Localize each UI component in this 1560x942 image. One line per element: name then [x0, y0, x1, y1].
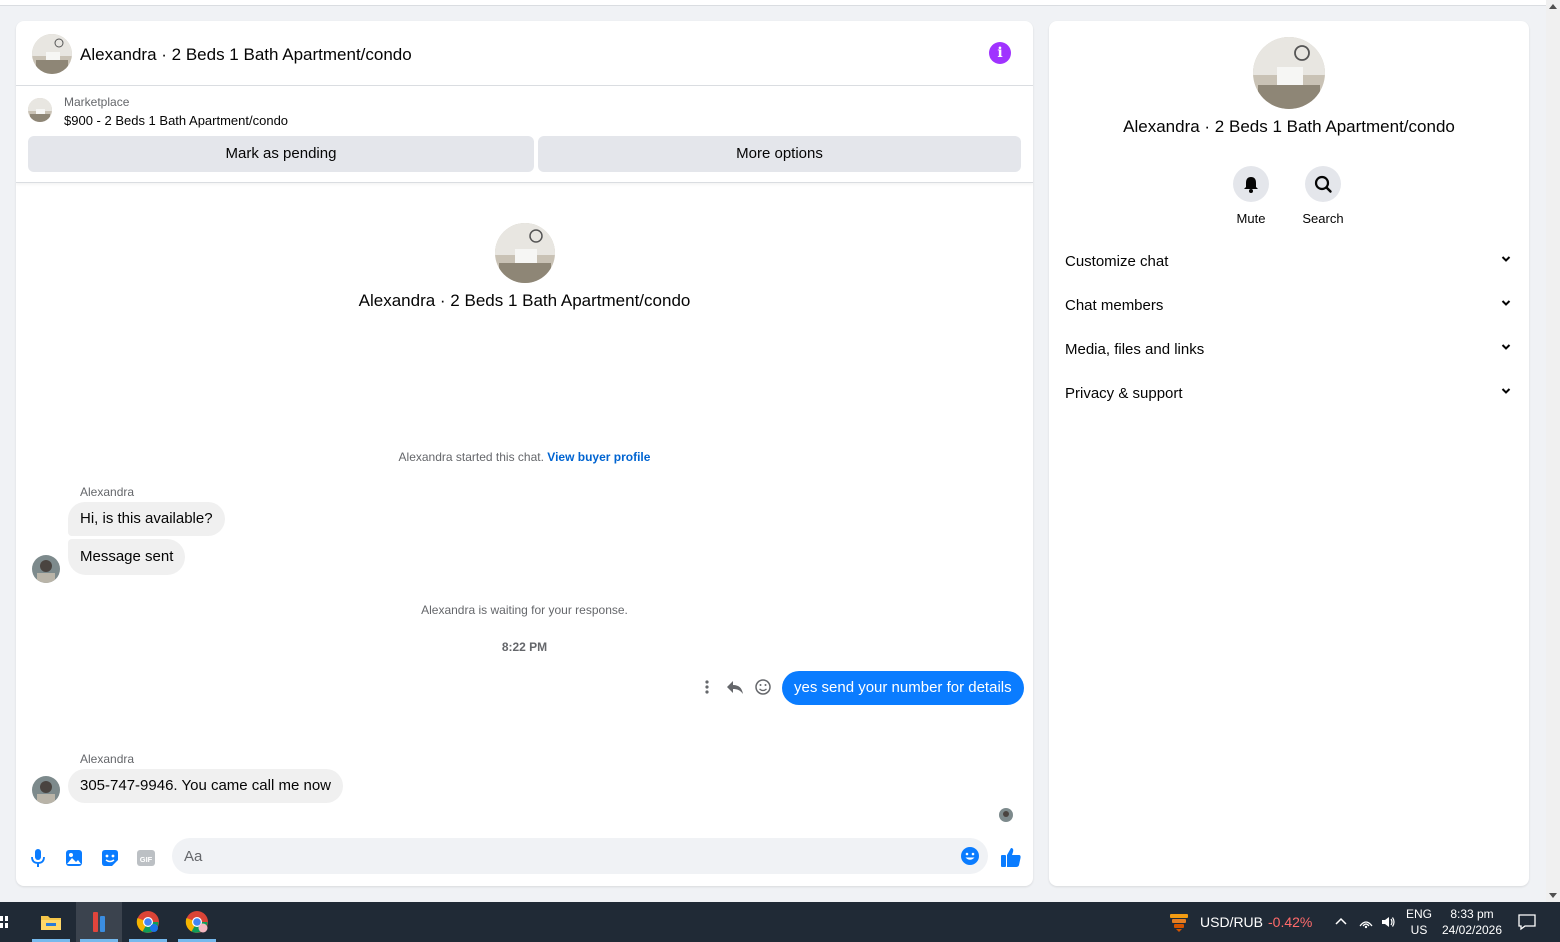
message-composer: GIF: [16, 831, 1033, 886]
more-options-button[interactable]: More options: [538, 136, 1021, 172]
chat-panel: Alexandra · 2 Beds 1 Bath Apartment/cond…: [16, 21, 1033, 886]
info-icon[interactable]: i: [989, 42, 1011, 64]
chat-started-notice: Alexandra started this chat. View buyer …: [16, 450, 1033, 464]
gif-label: GIF: [140, 855, 153, 864]
emoji-icon[interactable]: [960, 846, 980, 866]
incoming-message[interactable]: Hi, is this available?: [68, 502, 225, 536]
marketplace-listing: Marketplace $900 - 2 Beds 1 Bath Apartme…: [16, 86, 1033, 183]
sender-avatar[interactable]: [32, 776, 60, 804]
message-timestamp: 8:22 PM: [501, 640, 548, 654]
mark-as-pending-button[interactable]: Mark as pending: [28, 136, 534, 172]
network-icon[interactable]: [1358, 914, 1374, 930]
language-indicator[interactable]: ENG US: [1403, 906, 1435, 938]
sender-name: Alexandra: [80, 752, 135, 766]
page-scrollbar[interactable]: [1546, 0, 1560, 902]
top-strip: [0, 0, 1546, 6]
incoming-message[interactable]: Message sent: [68, 539, 186, 575]
windows-taskbar: USD/RUB -0.42% ENG US 8:33 pm 24/02/2026: [0, 902, 1560, 942]
thumbs-up-icon[interactable]: [999, 845, 1023, 869]
notifications-icon[interactable]: [1517, 912, 1537, 932]
waiting-notice: Alexandra is waiting for your response.: [421, 603, 628, 617]
media-files-links-section[interactable]: Media, files and links: [1057, 328, 1521, 372]
task-view-icon[interactable]: [0, 912, 8, 932]
language-code: ENG: [1405, 907, 1432, 921]
taskbar-chrome[interactable]: [125, 902, 171, 942]
chrome-icon: [136, 911, 159, 933]
seen-indicator-avatar: [999, 808, 1013, 822]
incoming-message[interactable]: 305-747-9946. You came call me now: [68, 769, 344, 803]
intro-title: Alexandra · 2 Beds 1 Bath Apartment/cond…: [358, 291, 691, 310]
chrome-profile-icon: [185, 911, 208, 933]
privacy-support-section[interactable]: Privacy & support: [1057, 372, 1521, 416]
section-label: Media, files and links: [1065, 341, 1205, 358]
listing-thumbnail[interactable]: [28, 98, 52, 122]
info-title: Alexandra · 2 Beds 1 Bath Apartment/cond…: [1123, 117, 1455, 136]
chat-title[interactable]: Alexandra · 2 Beds 1 Bath Apartment/cond…: [80, 45, 412, 65]
sticker-icon[interactable]: [99, 847, 121, 869]
mute-label: Mute: [1236, 211, 1266, 226]
more-vertical-icon[interactable]: [697, 677, 717, 697]
listing-source: Marketplace: [64, 95, 130, 109]
search-label: Search: [1302, 211, 1344, 226]
taskbar-app[interactable]: [76, 902, 122, 942]
chat-avatar[interactable]: [32, 34, 72, 74]
chat-header: Alexandra · 2 Beds 1 Bath Apartment/cond…: [16, 21, 1033, 86]
chevron-up-icon[interactable]: [1333, 914, 1349, 930]
system-clock[interactable]: 8:33 pm 24/02/2026: [1437, 906, 1507, 938]
taskbar-chrome-profile[interactable]: [174, 902, 220, 942]
section-label: Chat members: [1065, 297, 1164, 314]
ticker-change: -0.42%: [1268, 914, 1313, 930]
info-avatar[interactable]: [1253, 37, 1325, 109]
taskbar-file-explorer[interactable]: [28, 902, 74, 942]
image-icon[interactable]: [63, 847, 85, 869]
outgoing-message[interactable]: yes send your number for details: [782, 671, 1024, 705]
scroll-up-icon[interactable]: [1549, 4, 1557, 9]
clock-time: 8:33 pm: [1450, 907, 1494, 921]
sender-avatar[interactable]: [32, 555, 60, 583]
clock-date: 24/02/2026: [1441, 923, 1503, 937]
search-action[interactable]: Search: [1293, 166, 1353, 226]
gif-icon[interactable]: GIF: [135, 847, 157, 869]
customize-chat-section[interactable]: Customize chat: [1057, 240, 1521, 284]
message-input[interactable]: [172, 838, 988, 874]
volume-icon[interactable]: [1380, 914, 1396, 930]
chevron-down-icon: [1501, 344, 1511, 350]
view-buyer-profile-link[interactable]: View buyer profile: [547, 450, 650, 464]
scroll-down-icon[interactable]: [1549, 893, 1557, 898]
react-emoji-icon[interactable]: [753, 677, 773, 697]
chat-info-panel: Alexandra · 2 Beds 1 Bath Apartment/cond…: [1049, 21, 1529, 886]
chat-members-section[interactable]: Chat members: [1057, 284, 1521, 328]
app-icon: [93, 912, 105, 932]
sender-name: Alexandra: [80, 485, 135, 499]
section-label: Privacy & support: [1065, 385, 1183, 402]
intro-avatar: [495, 223, 555, 283]
stock-widget-icon[interactable]: [1168, 911, 1190, 933]
chat-started-text: Alexandra started this chat.: [398, 450, 544, 464]
chevron-down-icon: [1501, 256, 1511, 262]
chevron-down-icon: [1501, 388, 1511, 394]
ticker-symbol[interactable]: USD/RUB: [1200, 914, 1263, 930]
language-region: US: [1410, 923, 1428, 937]
mute-action[interactable]: Mute: [1221, 166, 1281, 226]
section-label: Customize chat: [1065, 253, 1169, 270]
search-icon: [1314, 175, 1332, 193]
listing-title[interactable]: $900 - 2 Beds 1 Bath Apartment/condo: [64, 113, 288, 128]
microphone-icon[interactable]: [27, 847, 49, 869]
chevron-down-icon: [1501, 300, 1511, 306]
reply-icon[interactable]: [725, 677, 745, 697]
bell-icon: [1244, 177, 1258, 193]
file-explorer-icon: [41, 916, 61, 930]
